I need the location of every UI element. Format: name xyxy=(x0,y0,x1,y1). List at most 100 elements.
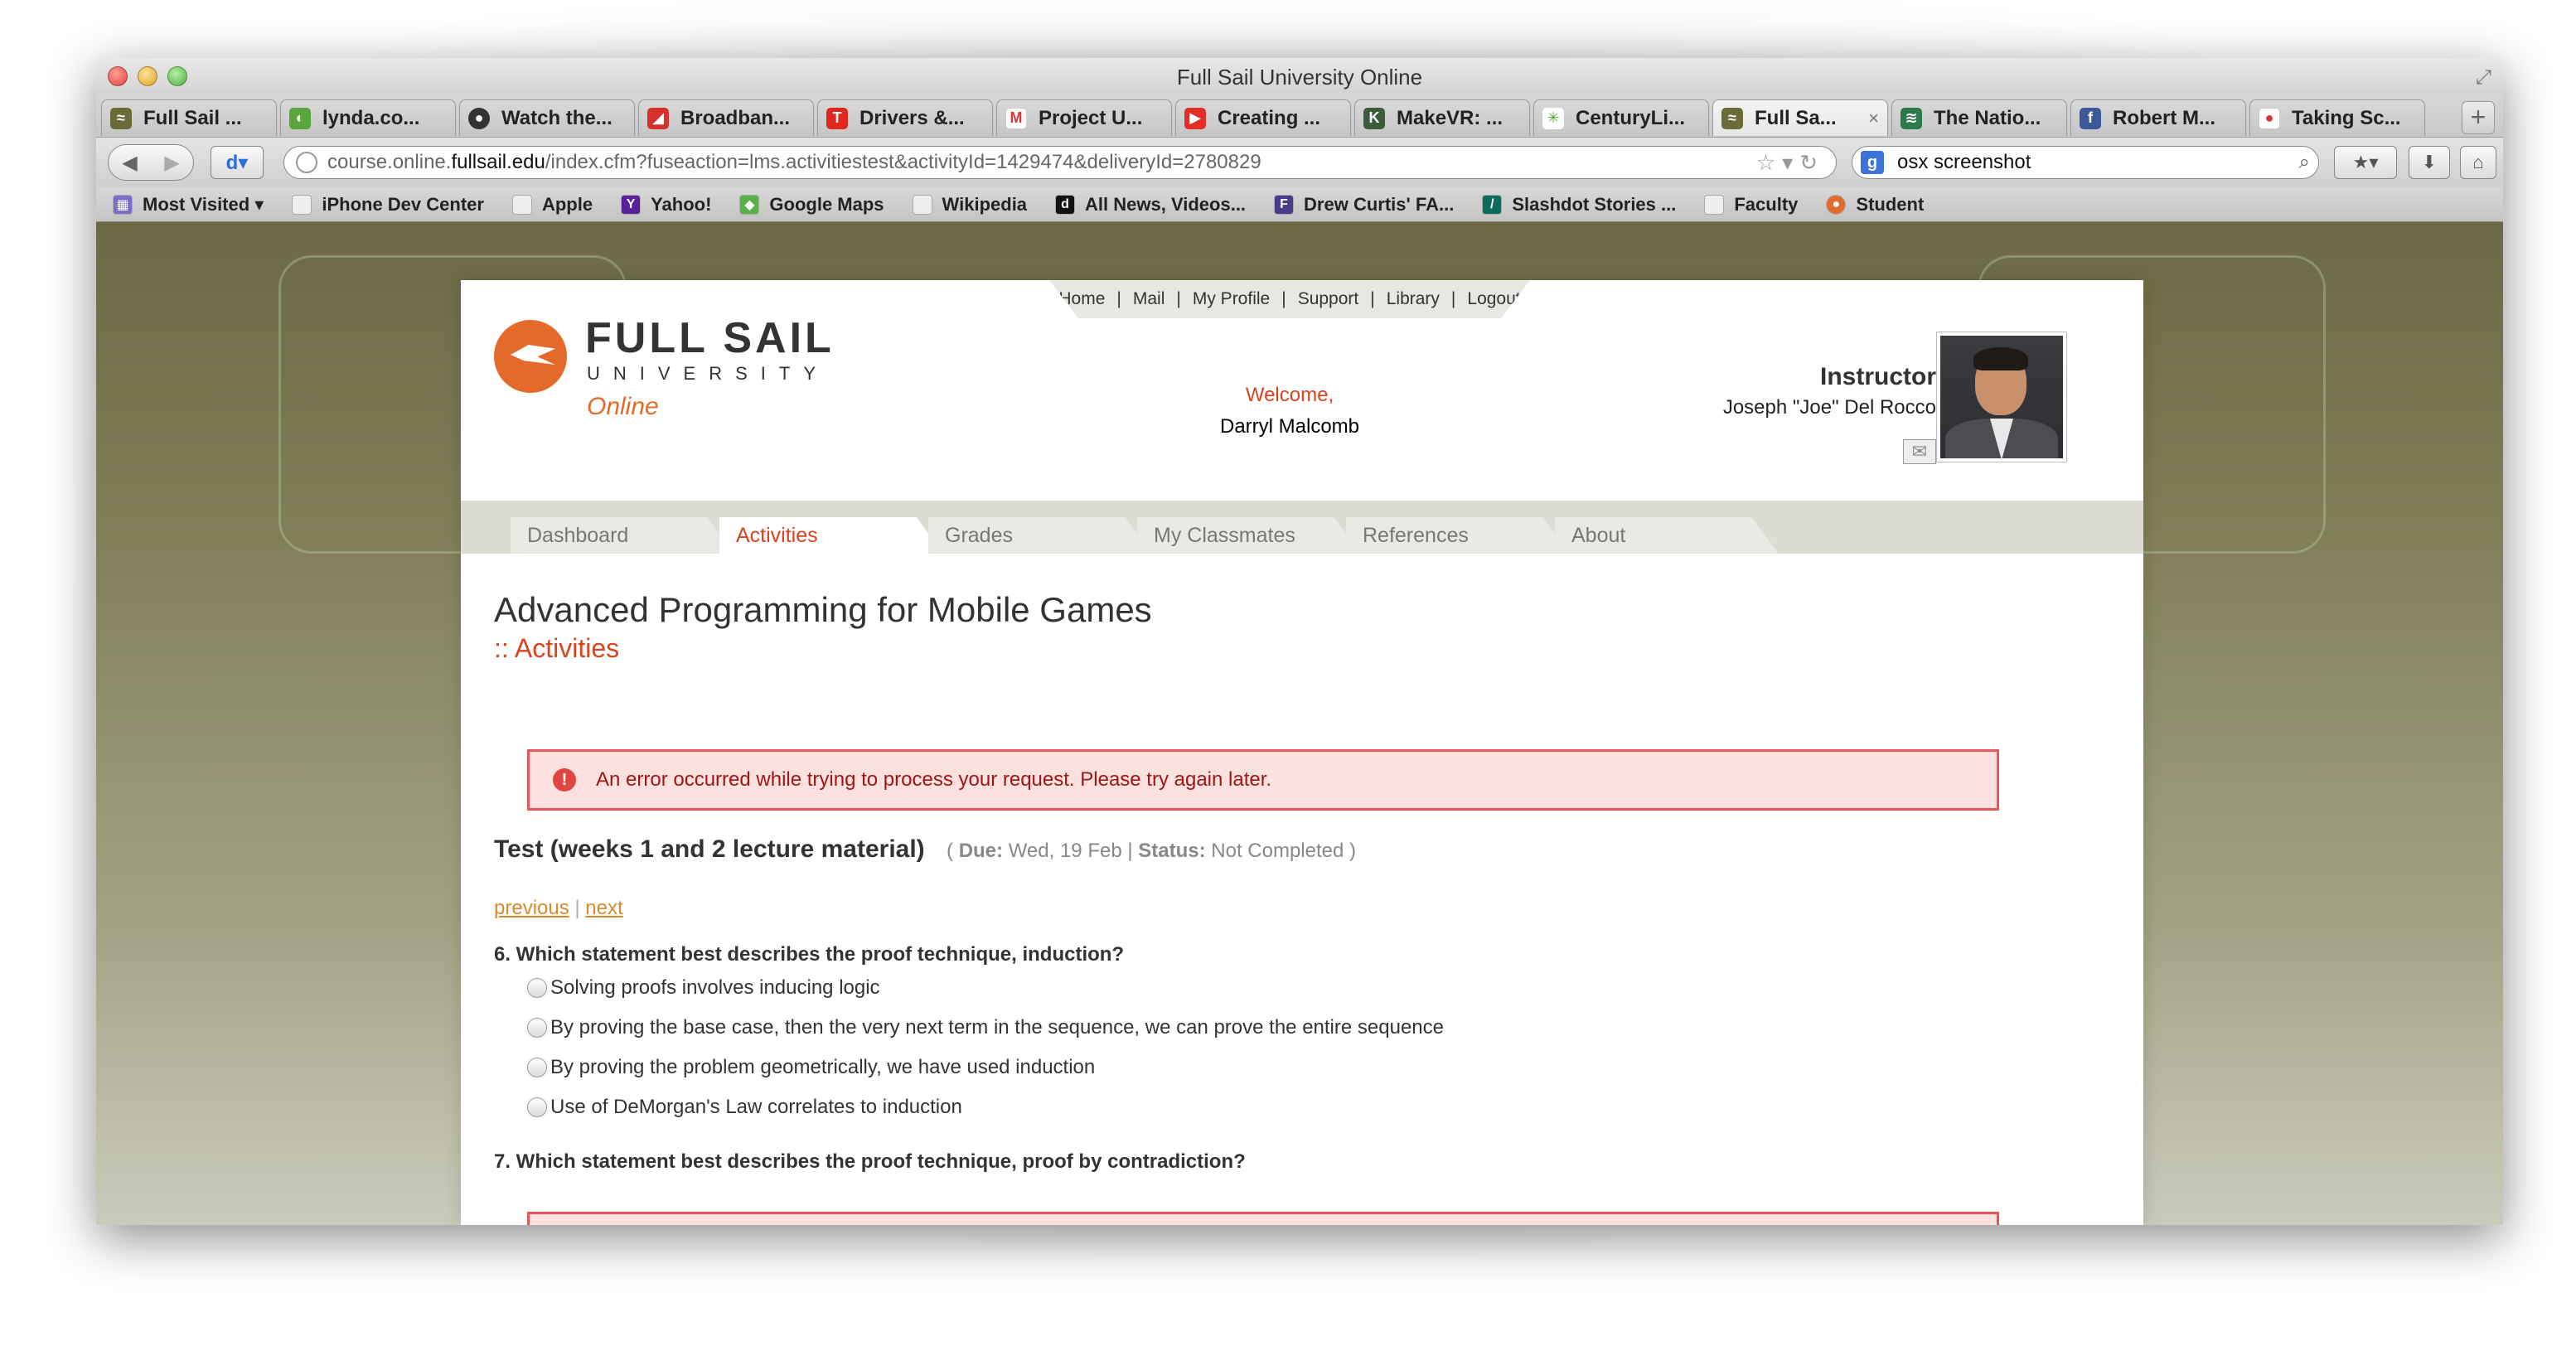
browser-tab[interactable]: K MakeVR: ... xyxy=(1354,99,1530,136)
answer-option[interactable]: By proving the problem geometrically, we… xyxy=(527,1056,1095,1079)
tab-references[interactable]: References xyxy=(1346,517,1570,554)
error-banner-partial xyxy=(527,1212,1999,1225)
bookmark-item[interactable]: Faculty xyxy=(1704,194,1798,215)
browser-tab[interactable]: ◐ lynda.co... xyxy=(280,99,456,136)
search-bar[interactable]: g osx screenshot ⌕ xyxy=(1852,146,2319,179)
tab-label: Taking Sc... xyxy=(2292,106,2401,129)
browser-tab[interactable]: ◢ Broadban... xyxy=(638,99,814,136)
bookmark-label: Drew Curtis' FA... xyxy=(1304,193,1455,215)
tab-dashboard[interactable]: Dashboard xyxy=(511,517,734,554)
next-link[interactable]: next xyxy=(585,897,622,919)
fullscreen-icon[interactable]: ⤢ xyxy=(2476,66,2491,90)
browser-tab-active[interactable]: ≈ Full Sa... × xyxy=(1712,99,1888,136)
url-bar[interactable]: course.online. fullsail.edu/index.cfm?fus… xyxy=(283,146,1837,179)
bookmark-star-icon[interactable]: ☆ xyxy=(1756,150,1782,175)
tab-label: Robert M... xyxy=(2113,106,2215,129)
bookmarks-menu-button[interactable]: ★▾ xyxy=(2334,146,2397,179)
tab-label: Watch the... xyxy=(501,106,613,129)
welcome-block: Welcome, Darryl Malcomb xyxy=(1124,380,1455,443)
browser-tab[interactable]: ✳ CenturyLi... xyxy=(1533,99,1709,136)
bookmark-item[interactable]: iPhone Dev Center xyxy=(292,194,484,215)
url-domain: fullsail.edu xyxy=(451,151,545,173)
answer-option[interactable]: By proving the base case, then the very … xyxy=(527,1016,1444,1039)
bookmark-item[interactable]: Y Yahoo! xyxy=(621,194,711,215)
question-text: 6. Which statement best describes the pr… xyxy=(494,943,1125,966)
close-tab-icon[interactable]: × xyxy=(1868,108,1879,129)
radio-button[interactable] xyxy=(527,978,547,998)
browser-tab[interactable]: f Robert M... xyxy=(2070,99,2246,136)
previous-link[interactable]: previous xyxy=(494,897,569,919)
bookmark-item[interactable]: Apple xyxy=(511,194,593,215)
answer-option[interactable]: Use of DeMorgan's Law correlates to indu… xyxy=(527,1096,962,1119)
bookmark-label: Google Maps xyxy=(769,193,884,215)
radio-button[interactable] xyxy=(527,1058,547,1077)
fark-icon: F xyxy=(1274,194,1295,215)
browser-tab[interactable]: ● Watch the... xyxy=(459,99,635,136)
bookmark-item[interactable]: F Drew Curtis' FA... xyxy=(1274,194,1454,215)
tab-my-classmates[interactable]: My Classmates xyxy=(1137,517,1361,554)
forward-arrow-icon[interactable]: ▶ xyxy=(164,151,179,175)
delicious-button[interactable]: d▾ xyxy=(211,146,264,179)
tab-about[interactable]: About xyxy=(1555,517,1779,554)
search-input[interactable]: osx screenshot xyxy=(1897,151,2031,174)
answer-option[interactable]: Solving proofs involves inducing logic xyxy=(527,976,880,1000)
tab-label: MakeVR: ... xyxy=(1397,106,1503,129)
bookmark-item[interactable]: ● Student xyxy=(1826,194,1924,215)
browser-tab[interactable]: ● Taking Sc... xyxy=(2249,99,2425,136)
radio-button[interactable] xyxy=(527,1018,547,1038)
tab-grades[interactable]: Grades xyxy=(928,517,1152,554)
tab-label: Full Sail ... xyxy=(143,106,242,129)
page-icon xyxy=(1704,194,1725,215)
error-banner: ! An error occurred while trying to proc… xyxy=(527,749,1999,811)
tab-label: Creating ... xyxy=(1218,106,1321,129)
nav-library-link[interactable]: Library xyxy=(1387,289,1440,309)
due-label: Due: xyxy=(958,840,1004,862)
bookmark-item[interactable]: d All News, Videos... xyxy=(1055,194,1246,215)
nav-home-link[interactable]: Home xyxy=(1058,289,1105,309)
browser-tab[interactable]: ▶ Creating ... xyxy=(1175,99,1351,136)
page-title: Advanced Programming for Mobile Games xyxy=(494,590,1152,629)
status-value: Not Completed xyxy=(1211,840,1344,862)
nav-logout-link[interactable]: Logout xyxy=(1467,289,1520,309)
browser-tab[interactable]: T Drivers &... xyxy=(817,99,993,136)
search-icon[interactable]: ⌕ xyxy=(2299,151,2310,174)
apple-favicon: ● xyxy=(2259,107,2280,129)
radio-button[interactable] xyxy=(527,1097,547,1117)
site-container: Home | Mail | My Profile | Support | Library… xyxy=(461,280,2143,1225)
yahoo-icon: Y xyxy=(621,194,642,215)
back-arrow-icon[interactable]: ◀ xyxy=(122,151,137,175)
status-label: Status: xyxy=(1138,840,1206,862)
history-dropdown-icon[interactable]: ▾ xyxy=(1782,150,1799,175)
bookmark-label: Yahoo! xyxy=(651,193,712,215)
utility-nav: Home | Mail | My Profile | Support | Library… xyxy=(1049,280,1530,318)
downloads-icon[interactable]: ⬇ xyxy=(2409,146,2450,179)
browser-tab[interactable]: M Project U... xyxy=(996,99,1172,136)
browser-tab[interactable]: ≈ Full Sail ... xyxy=(101,99,277,136)
reload-icon[interactable]: ↻ xyxy=(1799,150,1824,175)
error-icon: ! xyxy=(553,768,576,792)
instructor-label: Instructor xyxy=(1819,363,1936,390)
nav-support-link[interactable]: Support xyxy=(1298,289,1359,309)
site-identity-icon[interactable] xyxy=(296,152,317,173)
fullsail-favicon: ≈ xyxy=(110,107,132,129)
nav-mail-link[interactable]: Mail xyxy=(1133,289,1165,309)
kickstarter-favicon: K xyxy=(1363,107,1385,129)
tab-activities[interactable]: Activities xyxy=(719,517,943,554)
globe-favicon: ● xyxy=(468,107,490,129)
test-title-text: Test (weeks 1 and 2 lecture material) xyxy=(494,835,925,863)
bookmark-item[interactable]: ◆ Google Maps xyxy=(739,194,884,215)
bookmark-item[interactable]: / Slashdot Stories ... xyxy=(1482,194,1676,215)
google-search-engine-icon[interactable]: g xyxy=(1861,151,1884,174)
option-label: By proving the problem geometrically, we… xyxy=(550,1056,1096,1078)
logo-online: Online xyxy=(587,393,659,420)
mail-envelope-icon[interactable]: ✉ xyxy=(1903,439,1936,464)
home-icon[interactable]: ⌂ xyxy=(2460,146,2496,179)
full-sail-logo[interactable]: FULL SAIL UNIVERSITY Online xyxy=(494,313,842,429)
main-tabs: Dashboard Activities Grades My Classmate… xyxy=(461,501,2143,554)
bookmark-item[interactable]: Wikipedia xyxy=(912,194,1027,215)
browser-tab[interactable]: ≋ The Natio... xyxy=(1891,99,2067,136)
new-tab-button[interactable]: + xyxy=(2462,101,2495,134)
slashdot-icon: / xyxy=(1482,194,1503,215)
nav-profile-link[interactable]: My Profile xyxy=(1193,289,1270,309)
bookmark-item[interactable]: ▦ Most Visited ▾ xyxy=(113,194,264,215)
